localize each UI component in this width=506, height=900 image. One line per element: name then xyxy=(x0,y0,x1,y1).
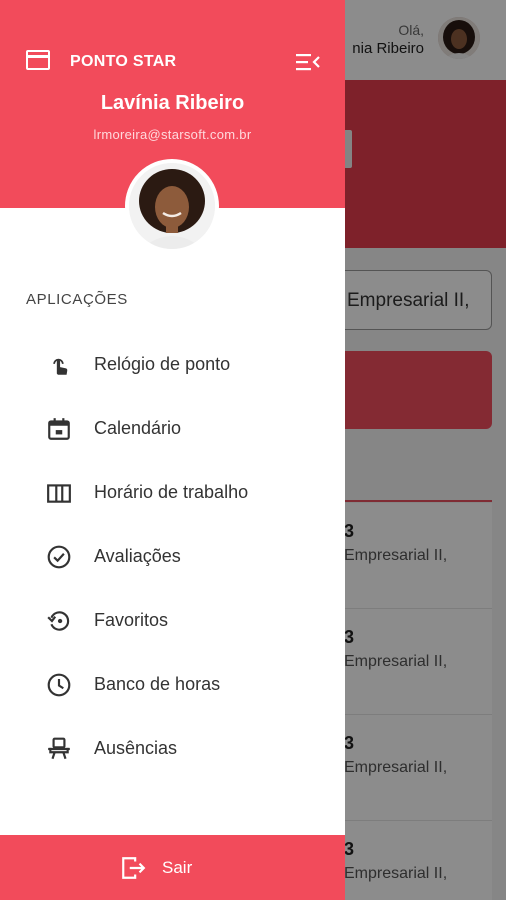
chair-icon xyxy=(48,737,70,760)
nav-item-label: Relógio de ponto xyxy=(94,354,231,374)
logout-icon xyxy=(122,857,146,879)
nav-item-avaliacoes[interactable]: Avaliações xyxy=(0,532,345,580)
nav-item-label: Ausências xyxy=(94,738,178,758)
nav-item-horario-de-trabalho[interactable]: Horário de trabalho xyxy=(0,468,345,516)
nav-item-label: Avaliações xyxy=(94,546,181,566)
nav-item-favoritos[interactable]: Favoritos xyxy=(0,596,345,644)
section-label: APLICAÇÕES xyxy=(26,291,128,308)
calendar-icon xyxy=(48,418,70,440)
nav-item-label: Favoritos xyxy=(94,610,169,630)
app-logo-icon xyxy=(26,50,50,70)
logout-label: Sair xyxy=(162,858,193,877)
user-avatar[interactable] xyxy=(125,159,219,253)
touch-icon xyxy=(53,358,68,375)
nav-item-relogio-de-ponto[interactable]: Relógio de ponto xyxy=(0,340,345,388)
nav-item-banco-de-horas[interactable]: Banco de horas xyxy=(0,660,345,708)
nav-item-label: Horário de trabalho xyxy=(94,482,249,502)
columns-icon xyxy=(47,484,71,503)
app-name: PONTO STAR xyxy=(70,53,177,70)
restore-icon xyxy=(47,611,70,631)
nav-item-ausencias[interactable]: Ausências xyxy=(0,724,345,772)
user-email: lrmoreira@starsoft.com.br xyxy=(93,127,252,142)
nav-item-calendario[interactable]: Calendário xyxy=(0,404,345,452)
nav-item-label: Banco de horas xyxy=(94,674,221,694)
menu-collapse-icon[interactable] xyxy=(296,53,320,71)
logout-button[interactable]: Sair xyxy=(0,835,345,900)
user-name: Lavínia Ribeiro xyxy=(100,92,245,114)
navigation-drawer: PONTO STAR Lavínia Ribeiro lrmoreira@sta… xyxy=(0,0,345,900)
check-circle-icon xyxy=(47,545,71,569)
nav-item-label: Calendário xyxy=(94,418,182,438)
clock-icon xyxy=(47,673,71,697)
